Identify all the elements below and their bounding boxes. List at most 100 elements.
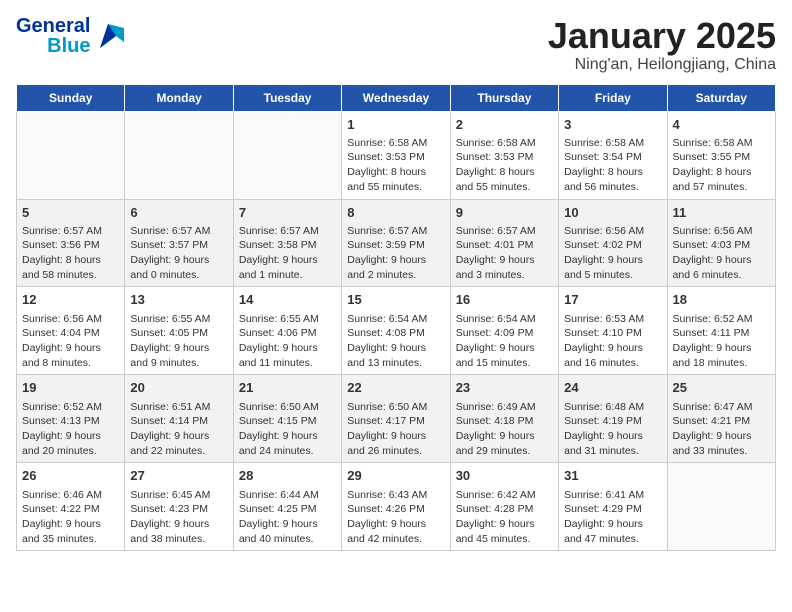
day-info: Daylight: 8 hours bbox=[347, 165, 444, 180]
day-number: 8 bbox=[347, 204, 444, 222]
day-info: Sunset: 3:58 PM bbox=[239, 238, 336, 253]
day-info: Sunrise: 6:56 AM bbox=[564, 224, 661, 239]
day-info: Sunset: 3:53 PM bbox=[347, 150, 444, 165]
calendar-cell: 16Sunrise: 6:54 AMSunset: 4:09 PMDayligh… bbox=[450, 287, 558, 375]
day-number: 30 bbox=[456, 467, 553, 485]
day-info: and 29 minutes. bbox=[456, 444, 553, 459]
day-info: Daylight: 9 hours bbox=[130, 517, 227, 532]
location-title: Ning'an, Heilongjiang, China bbox=[548, 56, 776, 74]
day-info: Daylight: 8 hours bbox=[456, 165, 553, 180]
day-info: Daylight: 9 hours bbox=[456, 429, 553, 444]
day-info: Sunset: 4:09 PM bbox=[456, 326, 553, 341]
day-info: Sunset: 4:14 PM bbox=[130, 414, 227, 429]
day-info: Sunset: 4:11 PM bbox=[673, 326, 770, 341]
day-info: Sunrise: 6:51 AM bbox=[130, 400, 227, 415]
day-info: Daylight: 9 hours bbox=[130, 253, 227, 268]
day-info: Daylight: 9 hours bbox=[347, 341, 444, 356]
day-number: 28 bbox=[239, 467, 336, 485]
day-info: Sunset: 4:18 PM bbox=[456, 414, 553, 429]
day-info: Sunrise: 6:48 AM bbox=[564, 400, 661, 415]
calendar-cell: 23Sunrise: 6:49 AMSunset: 4:18 PMDayligh… bbox=[450, 375, 558, 463]
day-number: 10 bbox=[564, 204, 661, 222]
day-number: 19 bbox=[22, 379, 119, 397]
day-info: and 22 minutes. bbox=[130, 444, 227, 459]
day-number: 12 bbox=[22, 291, 119, 309]
calendar-table: SundayMondayTuesdayWednesdayThursdayFrid… bbox=[16, 84, 776, 552]
day-info: Daylight: 9 hours bbox=[239, 429, 336, 444]
day-info: Daylight: 9 hours bbox=[673, 341, 770, 356]
page-header: General Blue January 2025 Ning'an, Heilo… bbox=[16, 16, 776, 74]
calendar-cell: 14Sunrise: 6:55 AMSunset: 4:06 PMDayligh… bbox=[233, 287, 341, 375]
day-info: Daylight: 9 hours bbox=[347, 429, 444, 444]
day-info: Daylight: 9 hours bbox=[673, 429, 770, 444]
day-info: Sunrise: 6:58 AM bbox=[564, 136, 661, 151]
day-info: Daylight: 9 hours bbox=[347, 253, 444, 268]
col-header-friday: Friday bbox=[559, 84, 667, 111]
calendar-cell: 3Sunrise: 6:58 AMSunset: 3:54 PMDaylight… bbox=[559, 111, 667, 199]
day-info: Sunrise: 6:55 AM bbox=[239, 312, 336, 327]
day-number: 2 bbox=[456, 116, 553, 134]
day-info: Sunset: 4:10 PM bbox=[564, 326, 661, 341]
calendar-cell: 11Sunrise: 6:56 AMSunset: 4:03 PMDayligh… bbox=[667, 199, 775, 287]
day-info: Sunrise: 6:43 AM bbox=[347, 488, 444, 503]
day-info: and 38 minutes. bbox=[130, 532, 227, 547]
day-info: Sunrise: 6:55 AM bbox=[130, 312, 227, 327]
day-info: and 58 minutes. bbox=[22, 268, 119, 283]
day-info: Daylight: 9 hours bbox=[564, 517, 661, 532]
day-number: 9 bbox=[456, 204, 553, 222]
day-info: Sunrise: 6:50 AM bbox=[347, 400, 444, 415]
calendar-cell: 22Sunrise: 6:50 AMSunset: 4:17 PMDayligh… bbox=[342, 375, 450, 463]
calendar-cell: 9Sunrise: 6:57 AMSunset: 4:01 PMDaylight… bbox=[450, 199, 558, 287]
calendar-cell: 1Sunrise: 6:58 AMSunset: 3:53 PMDaylight… bbox=[342, 111, 450, 199]
day-info: Sunset: 3:57 PM bbox=[130, 238, 227, 253]
day-info: and 6 minutes. bbox=[673, 268, 770, 283]
day-number: 17 bbox=[564, 291, 661, 309]
day-info: Sunset: 4:25 PM bbox=[239, 502, 336, 517]
col-header-sunday: Sunday bbox=[17, 84, 125, 111]
day-info: Sunrise: 6:53 AM bbox=[564, 312, 661, 327]
day-info: and 8 minutes. bbox=[22, 356, 119, 371]
day-info: Sunset: 4:05 PM bbox=[130, 326, 227, 341]
day-info: and 31 minutes. bbox=[564, 444, 661, 459]
day-info: Daylight: 9 hours bbox=[239, 253, 336, 268]
calendar-cell bbox=[233, 111, 341, 199]
day-info: Sunrise: 6:56 AM bbox=[22, 312, 119, 327]
day-number: 5 bbox=[22, 204, 119, 222]
day-info: Daylight: 8 hours bbox=[22, 253, 119, 268]
calendar-cell: 31Sunrise: 6:41 AMSunset: 4:29 PMDayligh… bbox=[559, 463, 667, 551]
day-number: 25 bbox=[673, 379, 770, 397]
day-info: and 3 minutes. bbox=[456, 268, 553, 283]
day-info: and 40 minutes. bbox=[239, 532, 336, 547]
day-info: and 9 minutes. bbox=[130, 356, 227, 371]
calendar-cell: 12Sunrise: 6:56 AMSunset: 4:04 PMDayligh… bbox=[17, 287, 125, 375]
logo-blue: Blue bbox=[47, 36, 90, 56]
calendar-week-row: 5Sunrise: 6:57 AMSunset: 3:56 PMDaylight… bbox=[17, 199, 776, 287]
calendar-cell bbox=[125, 111, 233, 199]
col-header-monday: Monday bbox=[125, 84, 233, 111]
day-info: and 33 minutes. bbox=[673, 444, 770, 459]
day-number: 4 bbox=[673, 116, 770, 134]
day-info: Sunrise: 6:57 AM bbox=[239, 224, 336, 239]
calendar-cell bbox=[17, 111, 125, 199]
day-info: Sunrise: 6:58 AM bbox=[673, 136, 770, 151]
day-number: 18 bbox=[673, 291, 770, 309]
day-info: Sunrise: 6:57 AM bbox=[456, 224, 553, 239]
day-number: 6 bbox=[130, 204, 227, 222]
day-number: 27 bbox=[130, 467, 227, 485]
calendar-week-row: 12Sunrise: 6:56 AMSunset: 4:04 PMDayligh… bbox=[17, 287, 776, 375]
calendar-cell: 20Sunrise: 6:51 AMSunset: 4:14 PMDayligh… bbox=[125, 375, 233, 463]
day-info: and 55 minutes. bbox=[347, 180, 444, 195]
day-info: Sunrise: 6:58 AM bbox=[347, 136, 444, 151]
calendar-cell: 6Sunrise: 6:57 AMSunset: 3:57 PMDaylight… bbox=[125, 199, 233, 287]
day-info: and 18 minutes. bbox=[673, 356, 770, 371]
day-number: 13 bbox=[130, 291, 227, 309]
calendar-cell: 24Sunrise: 6:48 AMSunset: 4:19 PMDayligh… bbox=[559, 375, 667, 463]
col-header-wednesday: Wednesday bbox=[342, 84, 450, 111]
calendar-week-row: 26Sunrise: 6:46 AMSunset: 4:22 PMDayligh… bbox=[17, 463, 776, 551]
day-info: Daylight: 9 hours bbox=[130, 341, 227, 356]
day-info: Daylight: 9 hours bbox=[456, 341, 553, 356]
calendar-cell: 18Sunrise: 6:52 AMSunset: 4:11 PMDayligh… bbox=[667, 287, 775, 375]
calendar-cell: 10Sunrise: 6:56 AMSunset: 4:02 PMDayligh… bbox=[559, 199, 667, 287]
day-info: Sunset: 4:02 PM bbox=[564, 238, 661, 253]
day-number: 14 bbox=[239, 291, 336, 309]
